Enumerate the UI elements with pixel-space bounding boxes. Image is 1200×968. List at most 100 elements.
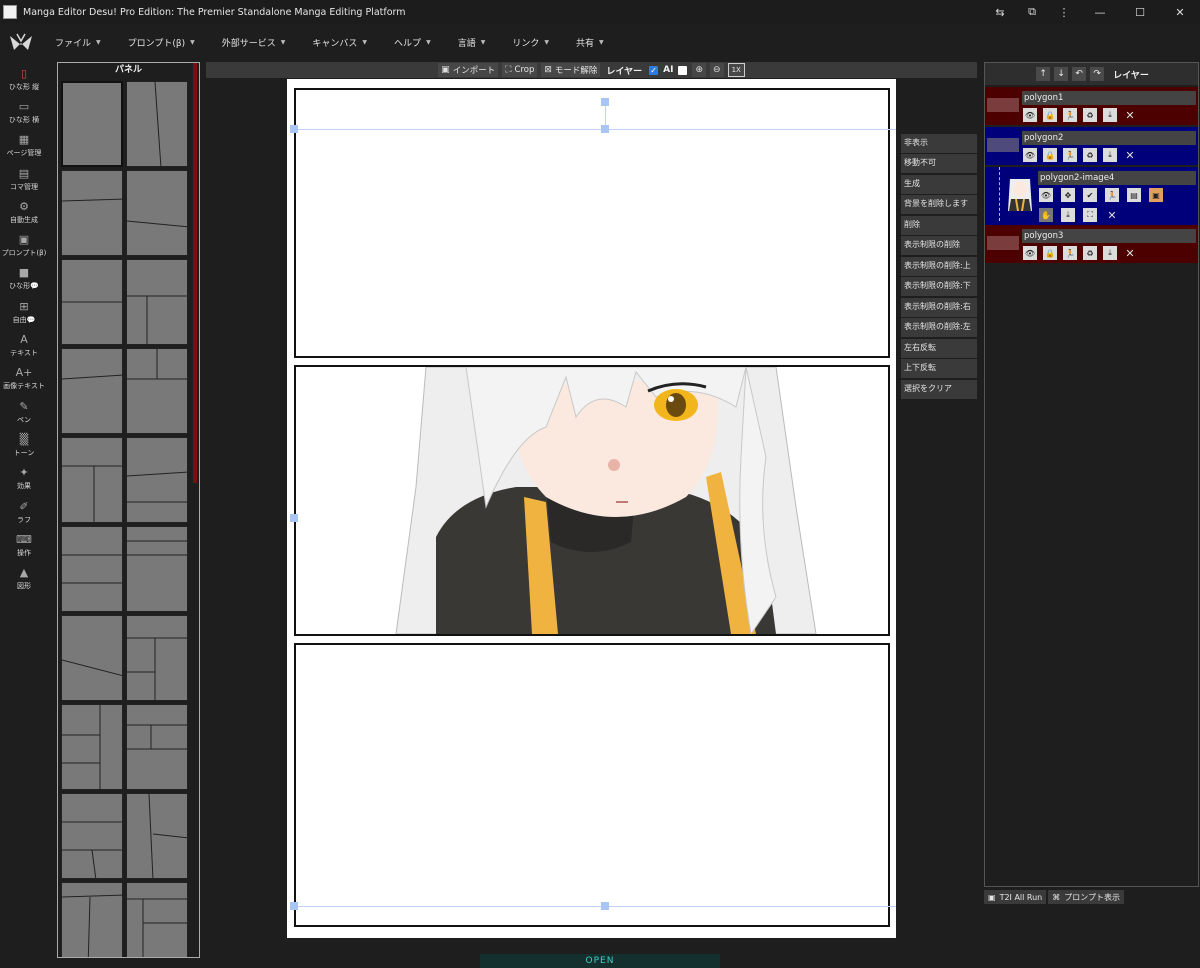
delete-layer-icon[interactable]: ✕ — [1123, 246, 1137, 260]
panel-template[interactable] — [61, 348, 123, 434]
mode-release-button[interactable]: ⊠ モード解除 — [541, 63, 601, 77]
panel-template[interactable] — [126, 259, 188, 345]
panel-template[interactable] — [126, 437, 188, 523]
tool-effect[interactable]: ✦ 効果 — [0, 463, 48, 496]
ctx-flip-horizontal[interactable]: 左右反転 — [901, 338, 977, 358]
t2i-all-run-button[interactable]: ▣ T2I All Run — [984, 890, 1047, 904]
tool-shapes[interactable]: ▲ 図形 — [0, 562, 48, 595]
panel-template[interactable] — [126, 793, 188, 879]
panel-template[interactable] — [61, 437, 123, 523]
lock-icon[interactable]: 🔒 — [1043, 108, 1057, 122]
ctx-delete[interactable]: 削除 — [901, 215, 977, 235]
menu-canvas[interactable]: キャンバス ▼ — [312, 36, 367, 49]
run-icon[interactable]: 🏃 — [1105, 188, 1119, 202]
ctx-flip-vertical[interactable]: 上下反転 — [901, 359, 977, 379]
tool-landscape-template[interactable]: ▭ ひな形 横 — [0, 96, 48, 129]
more-menu-icon[interactable]: ⋮ — [1048, 0, 1080, 24]
undo-icon[interactable]: ↶ — [1072, 67, 1087, 81]
layer-checkbox[interactable]: ✓ — [649, 65, 659, 75]
layer-row[interactable]: polygon2 👁 🔒 🏃 ♻ ⤓ ✕ — [985, 127, 1198, 165]
tool-portrait-template[interactable]: ▯ ひな形 縦 — [0, 63, 48, 96]
lock-icon[interactable]: 🔒 — [1043, 148, 1057, 162]
ctx-remove-clip[interactable]: 表示制限の削除 — [901, 236, 977, 256]
crop-button[interactable]: ⛶ Crop — [502, 63, 538, 77]
zoom-out-button[interactable]: ⊖ — [710, 63, 724, 77]
ctx-remove-clip-bottom[interactable]: 表示制限の削除:下 — [901, 277, 977, 297]
download-icon[interactable]: ⤓ — [1103, 246, 1117, 260]
menu-language[interactable]: 言語 ▼ — [458, 36, 486, 49]
extension-icon[interactable]: ⧉ — [1016, 0, 1048, 24]
delete-layer-icon[interactable]: ✕ — [1123, 148, 1137, 162]
panel-template[interactable] — [126, 81, 188, 167]
run-icon[interactable]: 🏃 — [1063, 246, 1077, 260]
delete-layer-icon[interactable]: ✕ — [1105, 208, 1119, 222]
selection-handle-rotate[interactable] — [601, 98, 609, 106]
close-window-button[interactable]: ✕ — [1160, 0, 1200, 24]
tool-pen[interactable]: ✎ ペン — [0, 396, 48, 429]
open-status-bar[interactable]: OPEN — [480, 954, 720, 968]
panel-template[interactable] — [61, 170, 123, 256]
recycle-icon[interactable]: ♻ — [1083, 148, 1097, 162]
panel-template[interactable] — [126, 348, 188, 434]
menu-share[interactable]: 共有 ▼ — [576, 36, 604, 49]
layer-down-icon[interactable]: ↓ — [1054, 67, 1069, 81]
tool-text[interactable]: A テキスト — [0, 329, 48, 362]
panel-template[interactable] — [126, 704, 188, 790]
ctx-remove-background[interactable]: 背景を削除します — [901, 195, 977, 215]
menu-prompt[interactable]: プロンプト(β) ▼ — [128, 36, 195, 49]
ctx-generate[interactable]: 生成 — [901, 174, 977, 194]
move-icon[interactable]: ✥ — [1061, 188, 1075, 202]
layer-up-icon[interactable]: ↑ — [1036, 67, 1051, 81]
translate-icon[interactable]: ⇆ — [984, 0, 1016, 24]
download-icon[interactable]: ⤓ — [1103, 108, 1117, 122]
import-button[interactable]: ▣ インポート — [438, 63, 499, 77]
menu-links[interactable]: リンク ▼ — [512, 36, 549, 49]
tool-image-text[interactable]: A+ 画像テキスト — [0, 363, 48, 396]
menu-external-services[interactable]: 外部サービス ▼ — [222, 36, 286, 49]
run-icon[interactable]: 🏃 — [1063, 108, 1077, 122]
download-icon[interactable]: ⤓ — [1103, 148, 1117, 162]
ai-checkbox[interactable] — [678, 65, 688, 75]
panel-list-scrollbar[interactable] — [193, 63, 197, 483]
panel-template[interactable] — [61, 793, 123, 879]
app-logo-icon[interactable] — [8, 33, 34, 53]
run-icon[interactable]: 🏃 — [1063, 148, 1077, 162]
panel-template[interactable] — [126, 882, 188, 957]
layer-row[interactable]: polygon3 👁 🔒 🏃 ♻ ⤓ ✕ — [985, 225, 1198, 263]
panel-template[interactable] — [61, 526, 123, 612]
panel-template[interactable] — [61, 615, 123, 701]
ctx-remove-clip-right[interactable]: 表示制限の削除:右 — [901, 297, 977, 317]
menu-help[interactable]: ヘルプ ▼ — [394, 36, 431, 49]
selection-handle-top-center[interactable] — [601, 125, 609, 133]
panel-template[interactable] — [126, 615, 188, 701]
tool-page-management[interactable]: ▦ ページ管理 — [0, 130, 48, 163]
visibility-eye-icon[interactable]: 👁 — [1023, 148, 1037, 162]
layer-row-image[interactable]: polygon2-image4 👁 ✥ ✔ 🏃 ▤ ▣ ✋ ⤓ ⛶ ✕ — [985, 167, 1198, 225]
panel-template[interactable] — [61, 259, 123, 345]
menu-file[interactable]: ファイル ▼ — [55, 36, 101, 49]
show-prompt-button[interactable]: ⌘ プロンプト表示 — [1048, 890, 1125, 904]
tool-panel-management[interactable]: ▤ コマ管理 — [0, 163, 48, 196]
tool-free-bubble[interactable]: ⊞ 自由💬 — [0, 296, 48, 329]
layer-row[interactable]: polygon1 👁 🔒 🏃 ♻ ⤓ ✕ — [985, 87, 1198, 125]
delete-layer-icon[interactable]: ✕ — [1123, 108, 1137, 122]
package-icon[interactable]: ▣ — [1149, 188, 1163, 202]
tool-template-bubble[interactable]: ■ ひな形💬 — [0, 263, 48, 296]
tool-operation[interactable]: ⌨ 操作 — [0, 529, 48, 562]
tool-rough[interactable]: ✐ ラフ — [0, 496, 48, 529]
zoom-reset-button[interactable]: 1X — [727, 63, 745, 77]
maximize-button[interactable]: ☐ — [1120, 0, 1160, 24]
fit-frame-icon[interactable]: ⛶ — [1083, 208, 1097, 222]
selection-handle-bottom-center[interactable] — [601, 902, 609, 910]
zoom-in-button[interactable]: ⊕ — [692, 63, 707, 77]
ctx-clear-selection[interactable]: 選択をクリア — [901, 379, 977, 399]
tool-auto-generate[interactable]: ⚙ 自動生成 — [0, 196, 48, 229]
panel-template[interactable] — [61, 704, 123, 790]
check-icon[interactable]: ✔ — [1083, 188, 1097, 202]
lock-icon[interactable]: 🔒 — [1043, 246, 1057, 260]
erase-icon[interactable]: ✋ — [1039, 208, 1053, 222]
manga-page-canvas[interactable] — [287, 79, 896, 938]
selection-handle-bottom-left[interactable] — [290, 902, 298, 910]
download-icon[interactable]: ⤓ — [1061, 208, 1075, 222]
tool-prompt[interactable]: ▣ プロンプト(β) — [0, 229, 48, 262]
